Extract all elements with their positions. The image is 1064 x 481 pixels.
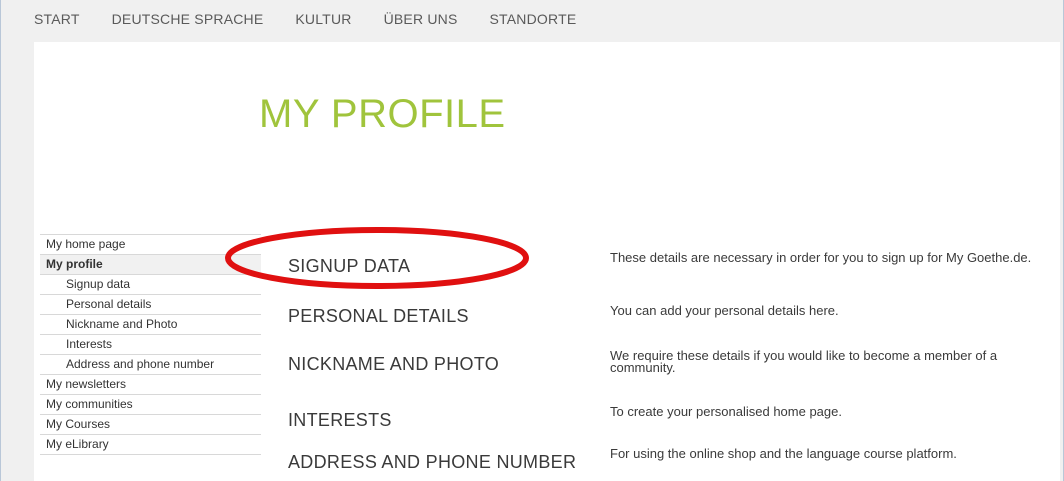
sidebar-item-address-and-phone[interactable]: Address and phone number [40, 355, 261, 375]
sidebar-item-my-newsletters[interactable]: My newsletters [40, 375, 261, 395]
section-title-interests[interactable]: INTERESTS [288, 410, 392, 431]
section-title-nickname-and-photo[interactable]: NICKNAME AND PHOTO [288, 354, 499, 375]
nav-ueber-uns[interactable]: ÜBER UNS [384, 11, 458, 27]
sidebar-item-my-courses[interactable]: My Courses [40, 415, 261, 435]
sidebar-item-interests[interactable]: Interests [40, 335, 261, 355]
page-title: MY PROFILE [259, 92, 506, 136]
nav-deutsche-sprache[interactable]: DEUTSCHE SPRACHE [112, 11, 264, 27]
sidebar-item-my-home-page[interactable]: My home page [40, 235, 261, 255]
section-title-signup-data[interactable]: SIGNUP DATA [288, 256, 410, 277]
section-desc-signup-data: These details are necessary in order for… [610, 250, 1032, 265]
sidebar-item-my-profile[interactable]: My profile [40, 255, 261, 275]
nav-kultur[interactable]: KULTUR [295, 11, 351, 27]
sidebar-item-signup-data[interactable]: Signup data [40, 275, 261, 295]
nav-start[interactable]: START [34, 11, 80, 27]
page-frame: START DEUTSCHE SPRACHE KULTUR ÜBER UNS S… [0, 0, 1064, 481]
top-navigation: START DEUTSCHE SPRACHE KULTUR ÜBER UNS S… [1, 0, 1063, 38]
section-title-personal-details[interactable]: PERSONAL DETAILS [288, 306, 469, 327]
section-title-address-and-phone[interactable]: ADDRESS AND PHONE NUMBER [288, 452, 576, 473]
section-desc-address-and-phone: For using the online shop and the langua… [610, 446, 957, 461]
section-desc-nickname-and-photo: We require these details if you would li… [610, 348, 998, 375]
section-desc-personal-details: You can add your personal details here. [610, 303, 839, 318]
sidebar-item-personal-details[interactable]: Personal details [40, 295, 261, 315]
sidebar-item-my-communities[interactable]: My communities [40, 395, 261, 415]
sidebar-item-my-elibrary[interactable]: My eLibrary [40, 435, 261, 455]
sidebar-item-nickname-and-photo[interactable]: Nickname and Photo [40, 315, 261, 335]
main-content: MY PROFILE My home page My profile Signu… [34, 42, 1060, 481]
sidebar-menu: My home page My profile Signup data Pers… [40, 234, 261, 455]
nav-standorte[interactable]: STANDORTE [490, 11, 577, 27]
section-desc-interests: To create your personalised home page. [610, 404, 842, 419]
